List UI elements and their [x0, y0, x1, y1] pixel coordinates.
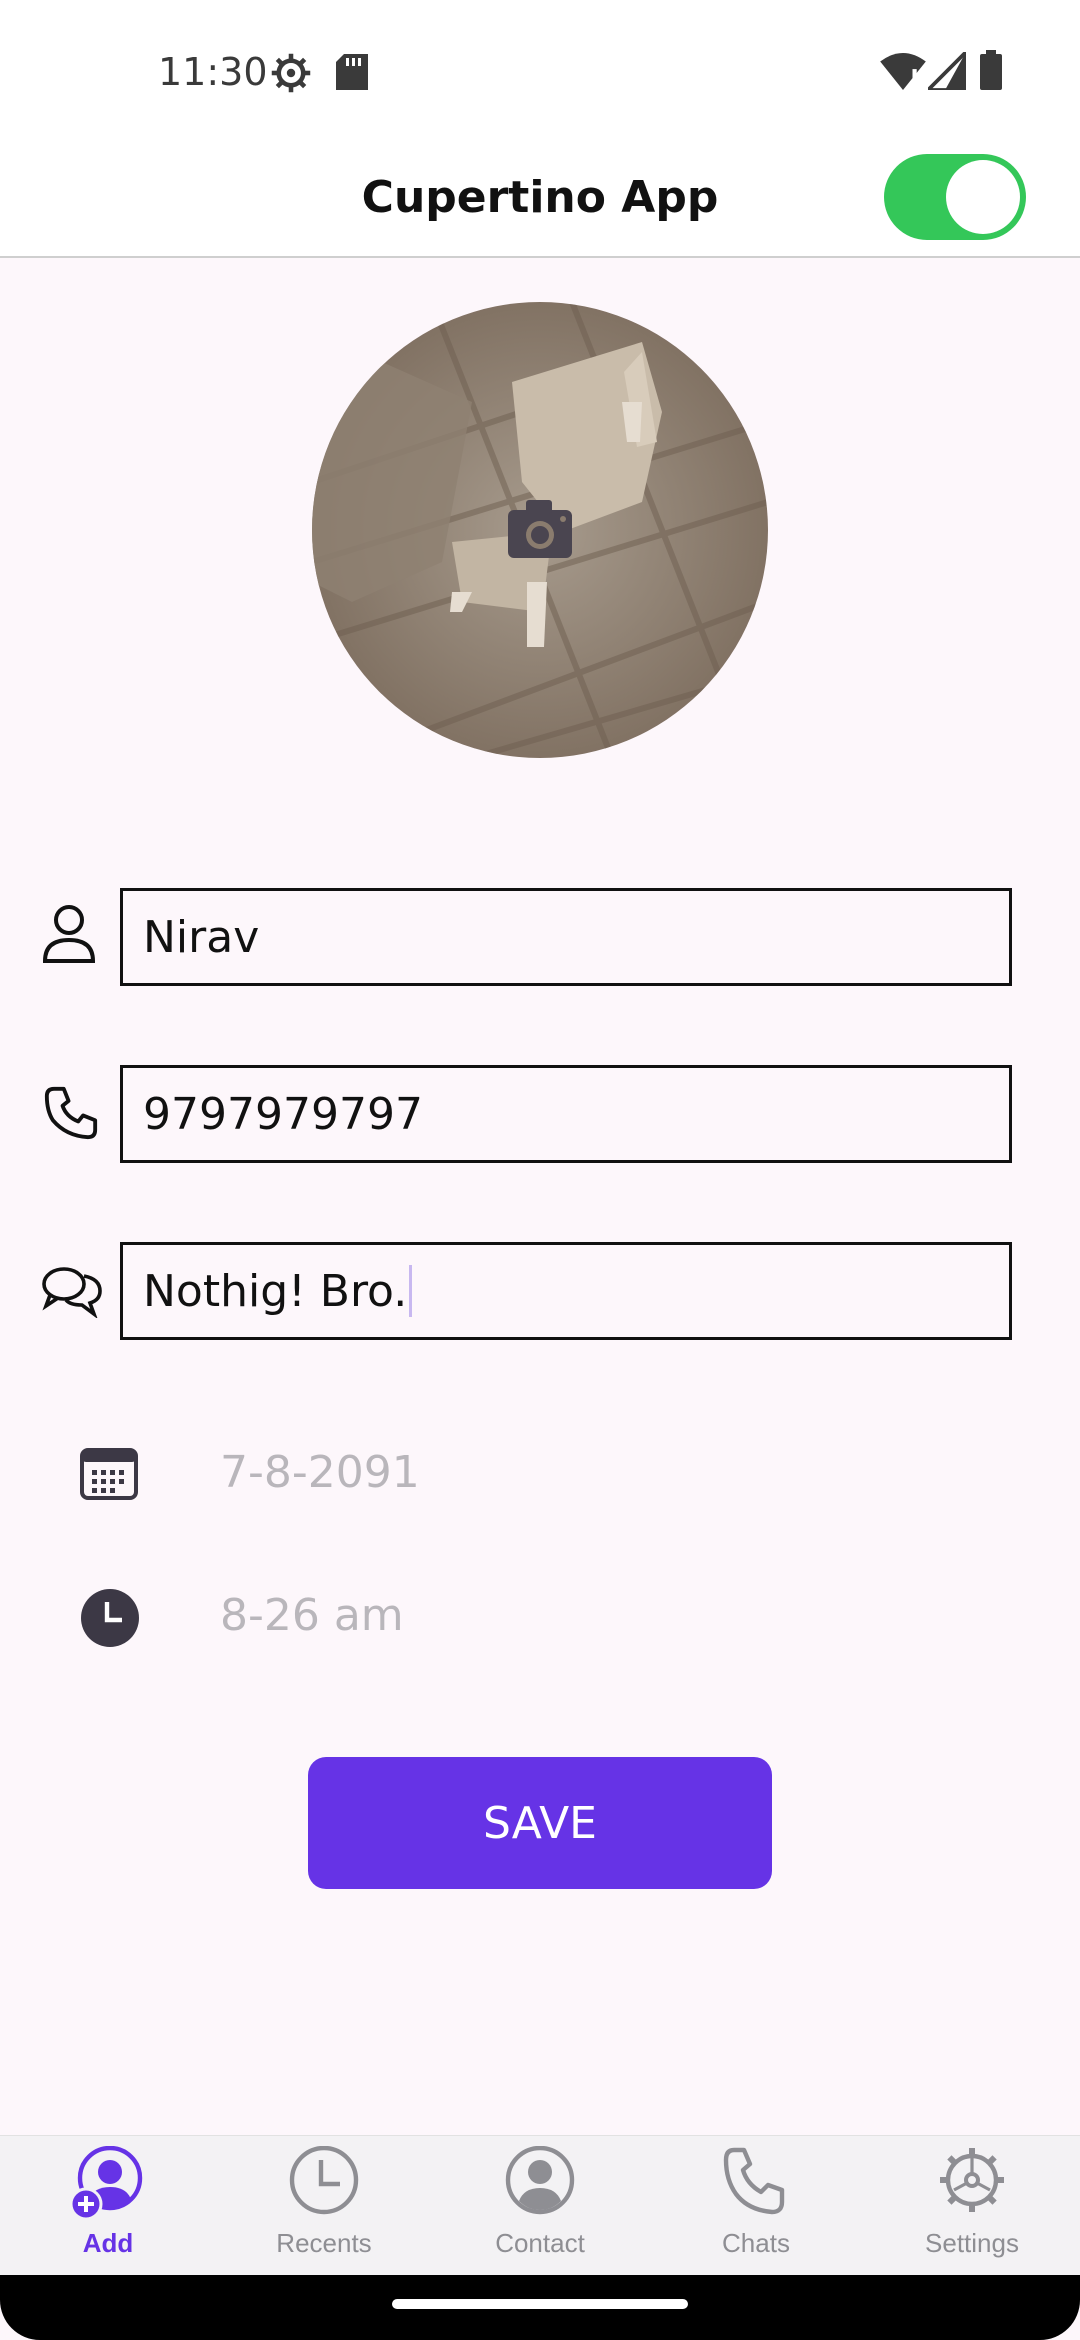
- toggle-knob: [946, 160, 1020, 234]
- time-picker[interactable]: 8-26 am: [220, 1590, 404, 1641]
- tab-label: Settings: [925, 2228, 1019, 2258]
- add-person-icon: [70, 2146, 143, 2221]
- signal-icon: [928, 52, 966, 90]
- tab-label: Contact: [495, 2228, 585, 2258]
- system-navigation-bar: [0, 2275, 1080, 2340]
- status-bar: 11:30: [0, 0, 1080, 140]
- phone-field[interactable]: 9797979797: [120, 1065, 1012, 1163]
- status-time: 11:30: [158, 50, 268, 94]
- sd-card-icon: [336, 54, 368, 90]
- message-field[interactable]: Nothig! Bro.: [120, 1242, 1012, 1340]
- date-picker[interactable]: 7-8-2091: [220, 1447, 420, 1498]
- clock-icon: [81, 1589, 139, 1647]
- phone-icon: [44, 1086, 98, 1140]
- clock-icon: [289, 2146, 359, 2215]
- text-cursor: [409, 1265, 413, 1317]
- name-field-value: Nirav: [143, 911, 260, 963]
- phone-icon: [723, 2147, 785, 2215]
- name-field[interactable]: Nirav: [120, 888, 1012, 986]
- person-icon: [42, 905, 96, 963]
- tab-settings[interactable]: Settings: [864, 2136, 1080, 2276]
- tab-chats[interactable]: Chats: [648, 2136, 864, 2276]
- bottom-tab-bar: Add Recents Contact Chats Settings: [0, 2135, 1080, 2275]
- tab-contact[interactable]: Contact: [432, 2136, 648, 2276]
- gear-icon: [940, 2148, 1004, 2212]
- battery-icon: [980, 50, 1002, 90]
- tab-recents[interactable]: Recents: [216, 2136, 432, 2276]
- profile-photo-image: [312, 302, 768, 758]
- message-field-value: Nothig! Bro.: [143, 1265, 408, 1317]
- profile-photo[interactable]: [312, 302, 768, 758]
- tab-label: Add: [82, 2228, 134, 2258]
- calendar-icon: [80, 1448, 138, 1500]
- phone-field-value: 9797979797: [143, 1088, 423, 1140]
- app-header: Cupertino App: [0, 140, 1080, 258]
- tab-label: Chats: [722, 2228, 790, 2258]
- save-button[interactable]: SAVE: [308, 1757, 772, 1889]
- wifi-icon: [880, 52, 926, 90]
- person-circle-icon: [505, 2146, 575, 2215]
- theme-toggle[interactable]: [884, 154, 1026, 240]
- settings-icon: [271, 53, 311, 93]
- tab-add[interactable]: Add: [0, 2136, 216, 2276]
- chat-bubbles-icon: [42, 1267, 102, 1318]
- tab-label: Recents: [276, 2228, 372, 2258]
- home-indicator[interactable]: [392, 2299, 688, 2309]
